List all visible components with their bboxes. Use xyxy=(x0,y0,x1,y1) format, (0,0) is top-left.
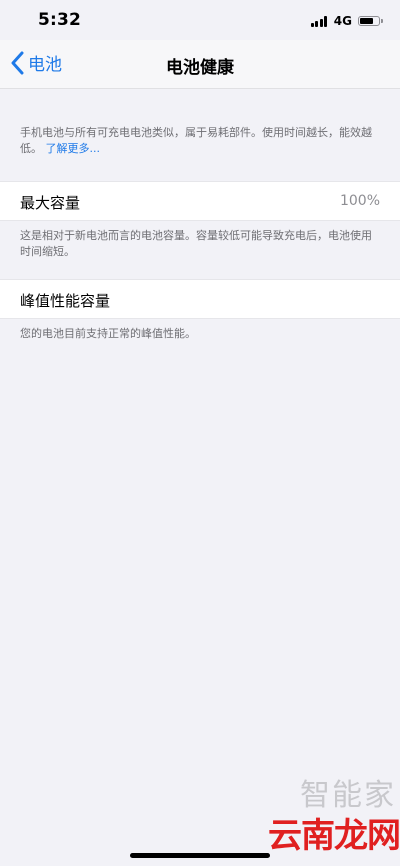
battery-icon xyxy=(358,16,383,26)
max-capacity-description: 这是相对于新电池而言的电池容量。容量较低可能导致充电后，电池使用时间缩短。 xyxy=(20,229,372,258)
intro-description: 手机电池与所有可充电电池类似，属于易耗部件。使用时间越长，能效越低。 了解更多.… xyxy=(20,125,380,157)
home-indicator[interactable] xyxy=(130,853,270,858)
learn-more-link[interactable]: 了解更多... xyxy=(46,142,101,155)
peak-performance-label: 峰值性能容量 xyxy=(20,292,111,310)
max-capacity-row: 最大容量 100% xyxy=(0,181,400,221)
network-type-label: 4G xyxy=(333,14,352,28)
navigation-bar: 电池 电池健康 xyxy=(0,40,400,89)
signal-strength-icon xyxy=(310,15,329,27)
page-title: 电池健康 xyxy=(166,58,234,78)
status-time: 5:32 xyxy=(38,10,82,30)
battery-level-fill xyxy=(360,18,373,24)
max-capacity-value: 100% xyxy=(339,193,380,209)
status-bar: 5:32 4G xyxy=(0,0,400,40)
peak-performance-description: 您的电池目前支持正常的峰值性能。 xyxy=(20,327,196,340)
peak-performance-row: 峰值性能容量 xyxy=(0,279,400,319)
watermark-logo: 云南龙网 xyxy=(268,816,400,856)
max-capacity-label: 最大容量 xyxy=(20,194,81,212)
status-indicators: 4G xyxy=(310,14,383,28)
